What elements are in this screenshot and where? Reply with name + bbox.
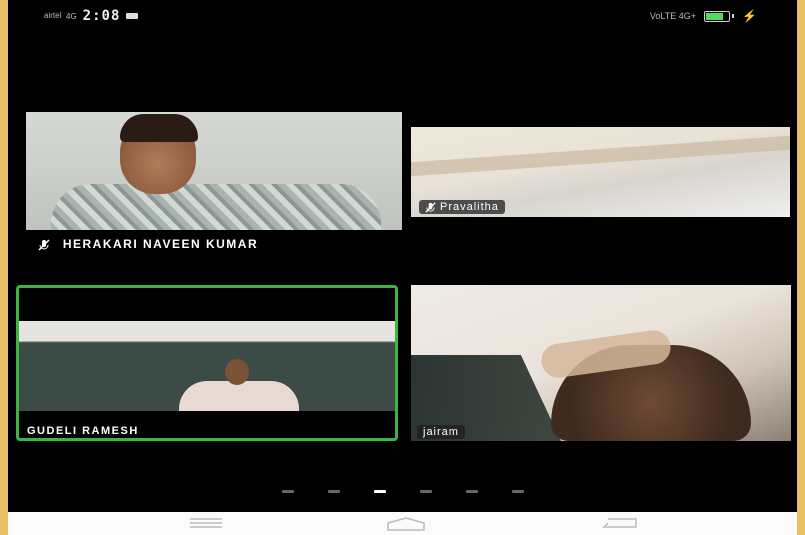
page-indicator [8,490,797,493]
participant-name: jairam [423,426,459,438]
participant-name-pill: jairam [417,425,465,439]
phone-screen: airtel 4G 2:08 VoLTE 4G+ ⚡ HERAKARI NAVE… [8,0,797,535]
battery-fill [706,12,723,20]
participant-name: HERAKARI NAVEEN KUMAR [62,237,259,251]
status-bar: airtel 4G 2:08 VoLTE 4G+ ⚡ [8,0,797,32]
video-tile-jairam[interactable]: jairam [411,285,791,441]
battery-icon [704,10,731,22]
system-nav-bar [8,512,797,535]
message-icon [126,13,139,19]
charging-icon: ⚡ [742,9,757,23]
video-feed [26,112,402,230]
video-tile-gudeli[interactable]: GUDELI RAMESH [16,285,398,441]
carrier-text: airtel [44,11,62,20]
video-feed [411,285,791,441]
network-type: 4G [66,11,77,21]
ceiling-beam [411,135,790,177]
video-feed [19,321,395,411]
participant-name-pill: Pravalitha [419,200,505,214]
home-icon[interactable] [382,516,430,535]
page-dot[interactable] [511,490,524,493]
participant-head [225,359,249,385]
back-icon[interactable] [598,516,642,535]
page-dot-active[interactable] [373,490,386,493]
mic-muted-icon [425,201,436,213]
participant-name: Pravalitha [440,201,499,213]
participant-name-row: HERAKARI NAVEEN KUMAR [38,237,258,251]
status-right: VoLTE 4G+ ⚡ [650,9,757,23]
menu-icon[interactable] [186,516,226,535]
page-dot[interactable] [327,490,340,493]
battery-tip [732,14,735,18]
participant-body [179,381,299,411]
video-tile-naveen[interactable]: HERAKARI NAVEEN KUMAR [26,112,402,257]
clock: 2:08 [82,8,121,24]
page-dot[interactable] [281,490,294,493]
participant-hair [120,114,198,142]
participant-shirt [51,184,381,230]
mic-muted-icon [38,239,50,251]
page-dot[interactable] [465,490,478,493]
page-dot[interactable] [419,490,432,493]
participant-name: GUDELI RAMESH [27,425,139,437]
video-tile-pravalitha[interactable]: Pravalitha [411,127,790,217]
status-left: airtel 4G 2:08 [44,8,139,24]
signal-text: VoLTE 4G+ [649,11,697,21]
